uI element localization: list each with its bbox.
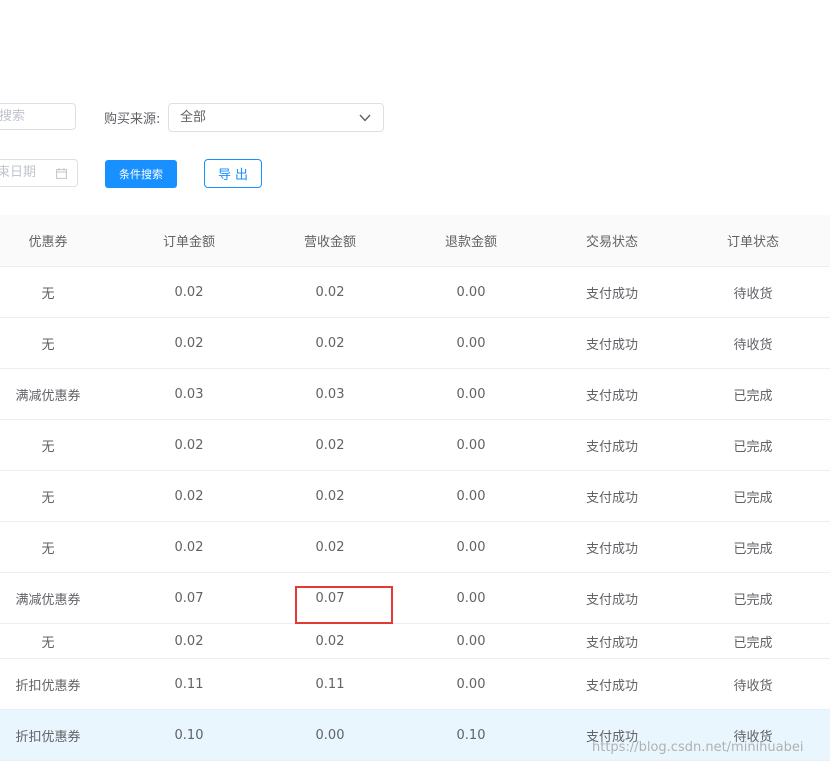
cell-revenue-amount: 0.02 (315, 335, 345, 351)
cell-order-status: 待收货 (733, 678, 773, 694)
cell-refund-amount: 0.00 (456, 335, 486, 351)
cell-order-amount: 0.02 (174, 488, 204, 504)
cell-order-status: 已完成 (733, 592, 773, 608)
cell-refund-amount: 0.00 (456, 676, 486, 692)
table-row[interactable]: 无 0.02 0.02 0.00 支付成功 已完成 (0, 420, 830, 471)
search-placeholder: 搜索 (0, 109, 26, 124)
cell-transaction-status: 支付成功 (585, 337, 639, 353)
cell-refund-amount: 0.00 (456, 590, 486, 606)
cell-refund-amount: 0.00 (456, 488, 486, 504)
cell-refund-amount: 0.00 (456, 633, 486, 649)
cell-coupon: 无 (41, 439, 55, 455)
cell-coupon: 无 (41, 337, 55, 353)
cell-transaction-status: 支付成功 (585, 592, 639, 608)
cell-transaction-status: 支付成功 (585, 541, 639, 557)
cell-coupon: 满减优惠券 (15, 592, 81, 608)
cell-order-status: 已完成 (733, 635, 773, 651)
end-date-placeholder: 束日期 (0, 165, 37, 180)
source-select-value: 全部 (180, 110, 207, 125)
cell-transaction-status: 支付成功 (585, 635, 639, 651)
cell-transaction-status: 支付成功 (585, 490, 639, 506)
cell-order-amount: 0.10 (174, 727, 204, 743)
page: 搜索 购买来源: 全部 束日期 条件搜索 导出 优惠券 订单金额 营收金额 退款… (0, 0, 830, 768)
orders-table: 优惠券 订单金额 营收金额 退款金额 交易状态 订单状态 无 0.02 0.02… (0, 215, 830, 761)
export-button[interactable]: 导出 (204, 159, 262, 188)
cell-refund-amount: 0.00 (456, 437, 486, 453)
cell-refund-amount: 0.00 (456, 386, 486, 402)
cell-coupon: 折扣优惠券 (15, 678, 81, 694)
cell-order-amount: 0.07 (174, 590, 204, 606)
cell-order-amount: 0.02 (174, 335, 204, 351)
cell-transaction-status: 支付成功 (585, 678, 639, 694)
table-row[interactable]: 满减优惠券 0.03 0.03 0.00 支付成功 已完成 (0, 369, 830, 420)
table-header: 优惠券 订单金额 营收金额 退款金额 交易状态 订单状态 (0, 215, 830, 267)
calendar-icon (56, 160, 67, 186)
cell-coupon: 无 (41, 635, 55, 651)
cell-coupon: 无 (41, 286, 55, 302)
table-row[interactable]: 满减优惠券 0.07 0.07 0.00 支付成功 已完成 (0, 573, 830, 624)
cell-order-amount: 0.02 (174, 633, 204, 649)
column-header-coupon: 优惠券 (28, 235, 68, 250)
search-button[interactable]: 条件搜索 (105, 160, 177, 188)
cell-revenue-amount: 0.00 (315, 727, 345, 743)
cell-revenue-amount: 0.03 (315, 386, 345, 402)
cell-order-amount: 0.02 (174, 437, 204, 453)
column-header-refund-amount: 退款金额 (444, 235, 498, 250)
cell-order-amount: 0.02 (174, 539, 204, 555)
cell-coupon: 满减优惠券 (15, 388, 81, 404)
chevron-down-icon (359, 104, 371, 131)
cell-revenue-amount: 0.02 (315, 437, 345, 453)
table-row[interactable]: 无 0.02 0.02 0.00 支付成功 已完成 (0, 471, 830, 522)
cell-order-status: 待收货 (733, 337, 773, 353)
watermark: https://blog.csdn.net/minihuabei (592, 740, 804, 755)
cell-order-status: 已完成 (733, 439, 773, 455)
cell-revenue-amount: 0.02 (315, 284, 345, 300)
cell-order-status: 已完成 (733, 388, 773, 404)
cell-refund-amount: 0.00 (456, 284, 486, 300)
cell-coupon: 折扣优惠券 (15, 729, 81, 745)
table-row[interactable]: 无 0.02 0.02 0.00 支付成功 待收货 (0, 318, 830, 369)
cell-order-amount: 0.02 (174, 284, 204, 300)
cell-revenue-amount: 0.11 (315, 676, 345, 692)
table-row[interactable]: 无 0.02 0.02 0.00 支付成功 已完成 (0, 624, 830, 659)
column-header-order-status: 订单状态 (726, 235, 780, 250)
cell-order-amount: 0.11 (174, 676, 204, 692)
column-header-revenue-amount: 营收金额 (303, 235, 357, 250)
column-header-order-amount: 订单金额 (162, 235, 216, 250)
table-row[interactable]: 无 0.02 0.02 0.00 支付成功 已完成 (0, 522, 830, 573)
table-row[interactable]: 折扣优惠券 0.11 0.11 0.00 支付成功 待收货 (0, 659, 830, 710)
cell-order-status: 待收货 (733, 286, 773, 302)
table-row[interactable]: 无 0.02 0.02 0.00 支付成功 待收货 (0, 267, 830, 318)
source-label: 购买来源: (104, 112, 161, 127)
cell-transaction-status: 支付成功 (585, 439, 639, 455)
annotation-highlight-box (295, 586, 393, 624)
cell-coupon: 无 (41, 541, 55, 557)
cell-order-status: 已完成 (733, 541, 773, 557)
source-select[interactable]: 全部 (168, 103, 384, 132)
cell-order-status: 已完成 (733, 490, 773, 506)
cell-revenue-amount: 0.02 (315, 488, 345, 504)
cell-revenue-amount: 0.02 (315, 539, 345, 555)
cell-order-amount: 0.03 (174, 386, 204, 402)
cell-refund-amount: 0.10 (456, 727, 486, 743)
column-header-transaction-status: 交易状态 (585, 235, 639, 250)
cell-coupon: 无 (41, 490, 55, 506)
search-input[interactable]: 搜索 (0, 103, 76, 130)
end-date-input[interactable]: 束日期 (0, 159, 78, 187)
cell-revenue-amount: 0.02 (315, 633, 345, 649)
cell-transaction-status: 支付成功 (585, 286, 639, 302)
cell-refund-amount: 0.00 (456, 539, 486, 555)
cell-transaction-status: 支付成功 (585, 388, 639, 404)
